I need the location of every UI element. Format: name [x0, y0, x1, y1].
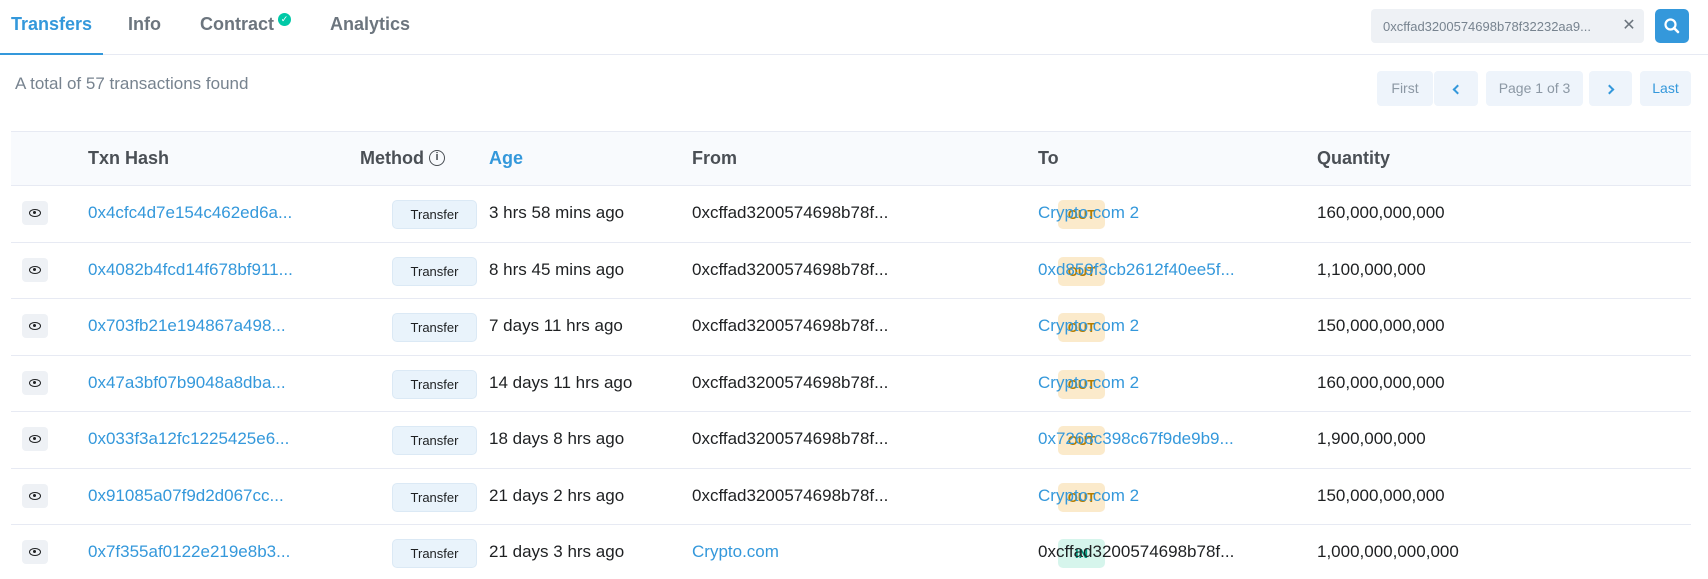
search-icon: [1664, 18, 1680, 34]
header-method-label: Method: [360, 148, 424, 168]
quantity-cell: 1,900,000,000: [1317, 429, 1426, 448]
view-details-button[interactable]: [22, 483, 48, 508]
header-txn-hash: Txn Hash: [88, 148, 170, 168]
method-badge: Transfer: [392, 256, 477, 286]
age-cell: 8 hrs 45 mins ago: [489, 259, 625, 279]
txn-hash-link[interactable]: 0x4082b4fcd14f678bf911...: [88, 243, 293, 297]
eye-icon: [29, 435, 41, 443]
last-page-button[interactable]: Last: [1640, 71, 1691, 106]
to-address[interactable]: Crypto.com 2: [1038, 186, 1139, 240]
next-page-button[interactable]: [1589, 71, 1632, 106]
age-cell: 18 days 8 hrs ago: [489, 429, 625, 448]
txn-hash-link[interactable]: 0x7f355af0122e219e8b3...: [88, 525, 290, 579]
view-details-button[interactable]: [22, 201, 48, 225]
table-row: 0x4cfc4d7e154c462ed6a... Transfer 3 hrs 58…: [11, 186, 1691, 243]
age-cell: 7 days 11 hrs ago: [489, 316, 623, 335]
tab-info[interactable]: Info: [128, 0, 161, 55]
quantity-cell: 150,000,000,000: [1317, 485, 1445, 505]
table-row: 0x4082b4fcd14f678bf911... Transfer 8 hrs 4…: [11, 243, 1691, 299]
eye-icon: [29, 322, 41, 330]
method-badge: Transfer: [392, 482, 477, 512]
page-indicator: Page 1 of 3: [1486, 71, 1583, 106]
to-address[interactable]: Crypto.com 2: [1038, 469, 1139, 523]
txn-hash-link[interactable]: 0x4cfc4d7e154c462ed6a...: [88, 186, 292, 240]
eye-icon: [29, 265, 41, 274]
view-details-button[interactable]: [22, 427, 48, 451]
method-badge: Transfer: [392, 539, 477, 568]
age-cell: 14 days 11 hrs ago: [489, 372, 633, 392]
from-address: 0xcffad3200574698b78f...: [692, 485, 889, 505]
from-address: 0xcffad3200574698b78f...: [692, 372, 889, 392]
eye-icon: [29, 491, 41, 500]
header-from: From: [692, 148, 737, 168]
table-row: 0x033f3a12fc1225425e6... Transfer 18 days …: [11, 412, 1691, 469]
view-details-button[interactable]: [22, 540, 48, 564]
tab-analytics[interactable]: Analytics: [330, 0, 410, 55]
view-details-button[interactable]: [22, 314, 48, 338]
info-icon[interactable]: i: [428, 149, 445, 166]
chevron-left-icon: [1452, 84, 1463, 95]
method-badge: Transfer: [392, 426, 477, 455]
txn-hash-link[interactable]: 0x703fb21e194867a498...: [88, 299, 286, 353]
close-icon[interactable]: ✕: [1614, 9, 1644, 43]
to-address[interactable]: 0x7268c398c67f9de9b9...: [1038, 412, 1234, 466]
from-address: 0xcffad3200574698b78f...: [692, 429, 889, 448]
txn-hash-link[interactable]: 0x47a3bf07b9048a8dba...: [88, 356, 286, 410]
header-age[interactable]: Age: [489, 132, 523, 185]
chevron-right-icon: [1604, 84, 1614, 95]
to-address: 0xcffad3200574698b78f...: [1038, 542, 1235, 561]
eye-icon: [29, 378, 41, 387]
to-address[interactable]: 0xd859f3cb2612f40ee5f...: [1038, 243, 1235, 297]
view-details-button[interactable]: [22, 257, 48, 282]
header-method: Method i: [360, 132, 445, 185]
method-badge: Transfer: [392, 369, 477, 399]
from-address: 0xcffad3200574698b78f...: [692, 259, 889, 279]
transactions-summary: A total of 57 transactions found: [15, 74, 249, 93]
view-details-button[interactable]: [22, 370, 48, 395]
from-address[interactable]: Crypto.com: [692, 525, 779, 579]
tab-transfers[interactable]: Transfers: [0, 0, 103, 55]
table-row: 0x47a3bf07b9048a8dba... Transfer 14 days 1…: [11, 356, 1691, 412]
from-address: 0xcffad3200574698b78f...: [692, 316, 889, 335]
table-header: Txn Hash Method i Age From To Quantity: [11, 131, 1691, 186]
txn-hash-link[interactable]: 0x91085a07f9d2d067cc...: [88, 469, 284, 523]
age-cell: 21 days 2 hrs ago: [489, 485, 625, 505]
table-row: 0x91085a07f9d2d067cc... Transfer 21 days 2…: [11, 469, 1691, 525]
to-address[interactable]: Crypto.com 2: [1038, 356, 1139, 410]
quantity-cell: 150,000,000,000: [1317, 316, 1445, 335]
search-button[interactable]: [1655, 9, 1689, 43]
method-badge: Transfer: [392, 200, 477, 229]
first-page-button[interactable]: First: [1377, 71, 1433, 106]
from-address: 0xcffad3200574698b78f...: [692, 203, 889, 222]
quantity-cell: 1,100,000,000: [1317, 259, 1426, 279]
table-row: 0x7f355af0122e219e8b3... Transfer 21 days …: [11, 525, 1691, 579]
quantity-cell: 160,000,000,000: [1317, 203, 1445, 222]
address-filter-input[interactable]: [1371, 9, 1611, 43]
to-address[interactable]: Crypto.com 2: [1038, 299, 1139, 353]
method-badge: Transfer: [392, 313, 477, 342]
eye-icon: [29, 548, 41, 556]
address-filter: [1371, 9, 1617, 43]
txn-hash-link[interactable]: 0x033f3a12fc1225425e6...: [88, 412, 289, 466]
age-cell: 3 hrs 58 mins ago: [489, 203, 625, 222]
age-cell: 21 days 3 hrs ago: [489, 542, 625, 561]
tab-contract[interactable]: Contract ✓: [200, 0, 292, 55]
header-to: To: [1038, 148, 1059, 168]
eye-icon: [29, 209, 41, 217]
header-quantity: Quantity: [1317, 148, 1391, 168]
tab-contract-label: Contract: [200, 14, 275, 34]
transfers-table: Txn Hash Method i Age From To Quantity 0x…: [11, 131, 1691, 579]
verified-check-icon: ✓: [278, 13, 292, 26]
table-row: 0x703fb21e194867a498... Transfer 7 days 11…: [11, 299, 1691, 356]
previous-page-button[interactable]: [1434, 71, 1478, 106]
quantity-cell: 1,000,000,000,000: [1317, 542, 1459, 561]
quantity-cell: 160,000,000,000: [1317, 372, 1445, 392]
